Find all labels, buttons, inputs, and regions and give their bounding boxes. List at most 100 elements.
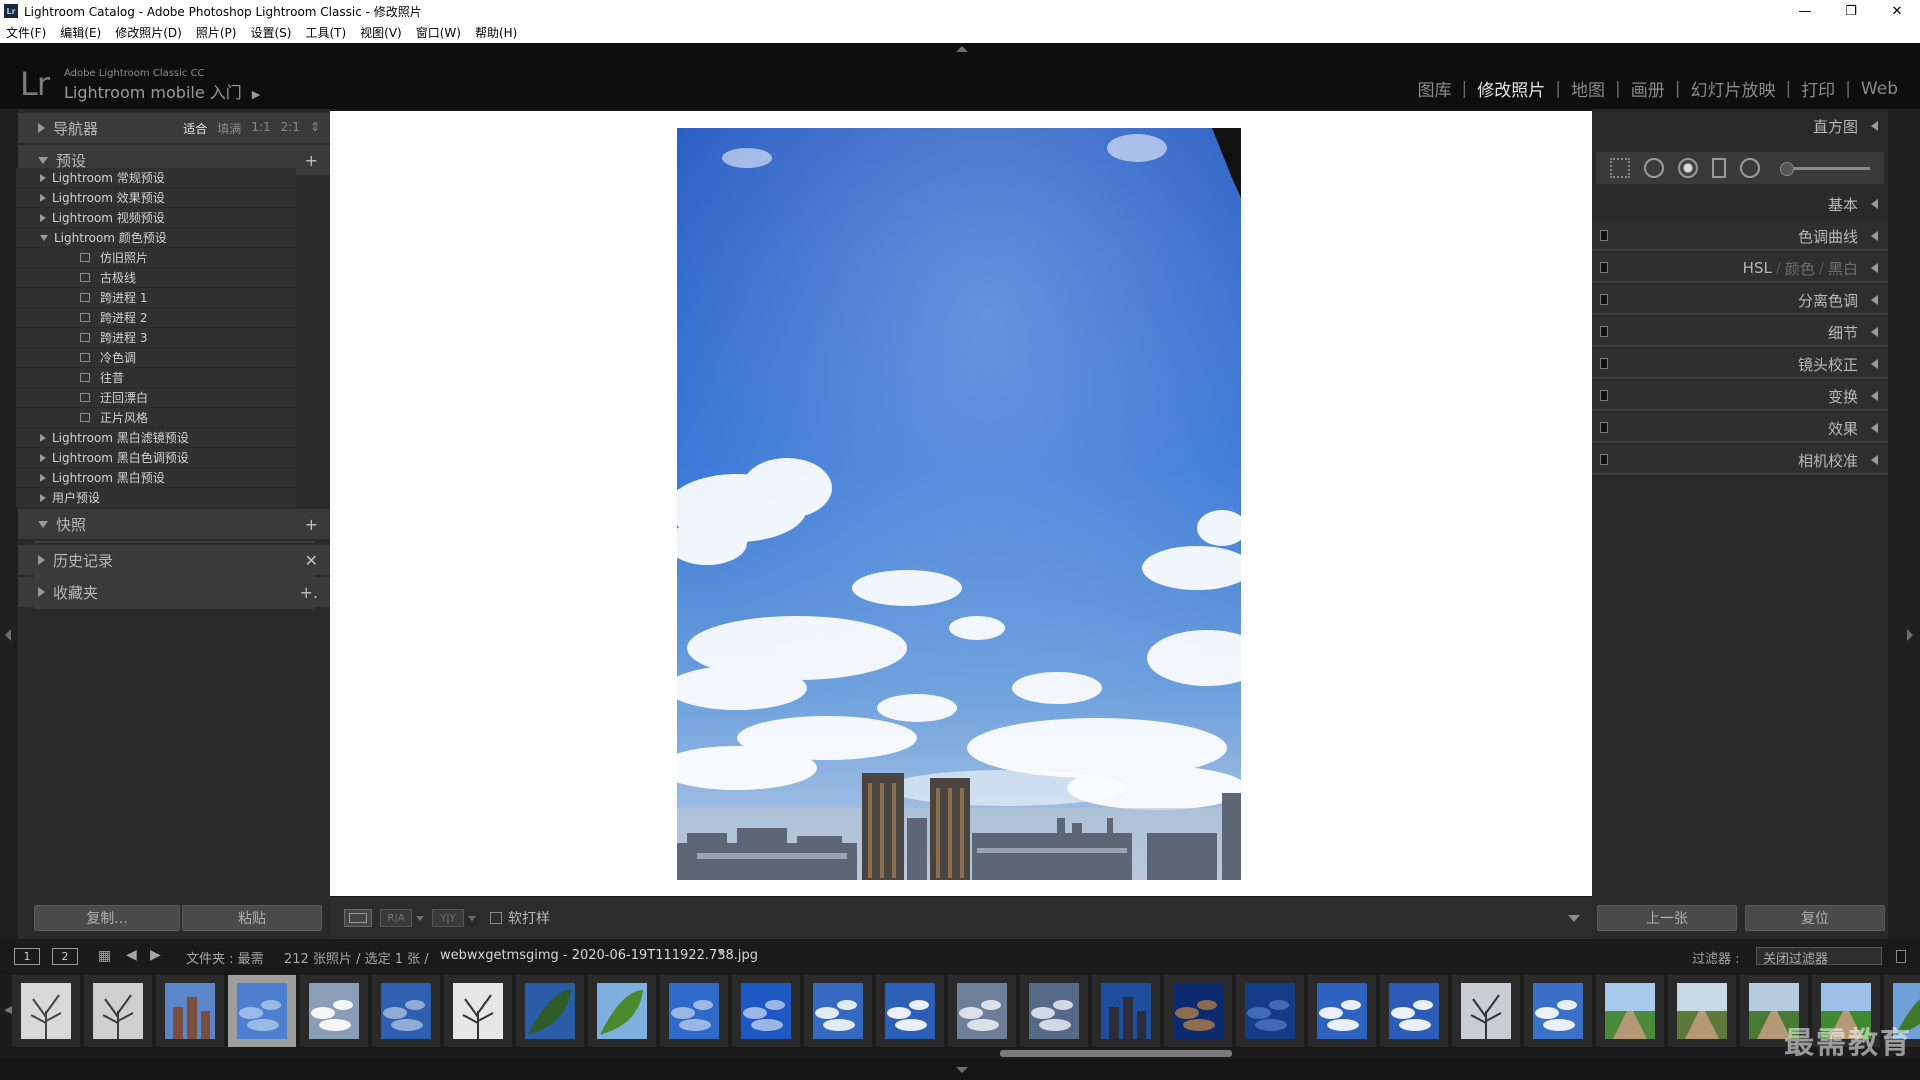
hsl-tab[interactable]: HSL	[1743, 259, 1772, 277]
grid-view-icon[interactable]: ▦	[98, 948, 111, 964]
module-web[interactable]: Web	[1851, 79, 1908, 99]
preset-item[interactable]: 古极线	[16, 268, 296, 288]
before-after-ra-button[interactable]: R|A	[380, 909, 412, 927]
menu-tools[interactable]: 工具(T)	[305, 24, 346, 41]
section-toggle-switch[interactable]	[1600, 262, 1608, 273]
filmstrip-thumbnail[interactable]	[732, 975, 802, 1047]
filmstrip-thumbnail[interactable]	[1596, 975, 1666, 1047]
module-slideshow[interactable]: 幻灯片放映	[1680, 76, 1785, 101]
section-toggle-switch[interactable]	[1600, 358, 1608, 369]
develop-section-header[interactable]: HSL / 颜色 / 黑白	[1592, 253, 1888, 283]
zoom-1-1[interactable]: 1:1	[251, 120, 270, 137]
filmstrip-thumbnail[interactable]	[948, 975, 1018, 1047]
filename-dropdown-icon[interactable]: ▾	[718, 946, 724, 959]
close-button[interactable]: ✕	[1874, 0, 1920, 22]
minimize-button[interactable]: —	[1782, 0, 1828, 22]
hsl-tab[interactable]: 颜色	[1785, 258, 1815, 279]
add-preset-button[interactable]: +	[305, 151, 318, 170]
filmstrip-scrollbar[interactable]	[1000, 1050, 1232, 1057]
collapse-right-icon[interactable]	[1907, 629, 1913, 641]
module-book[interactable]: 画册	[1621, 76, 1675, 101]
previous-button[interactable]: 上一张	[1597, 905, 1737, 931]
filmstrip-thumbnail[interactable]	[84, 975, 154, 1047]
hsl-tab[interactable]: 黑白	[1828, 258, 1858, 279]
folder-source-label[interactable]: 文件夹 : 最需	[186, 948, 264, 967]
red-eye-icon[interactable]	[1678, 158, 1698, 178]
chevron-down-icon[interactable]	[416, 915, 424, 921]
menu-settings[interactable]: 设置(S)	[250, 24, 291, 41]
filmstrip-thumbnail[interactable]	[660, 975, 730, 1047]
develop-section-header[interactable]: 变换	[1592, 381, 1888, 411]
section-toggle-switch[interactable]	[1600, 390, 1608, 401]
clear-history-button[interactable]: ✕	[305, 551, 318, 570]
filmstrip-thumbnail[interactable]	[588, 975, 658, 1047]
module-library[interactable]: 图库	[1408, 76, 1462, 101]
zoom-fill[interactable]: 填满	[217, 120, 241, 137]
develop-section-header[interactable]: 分离色调	[1592, 285, 1888, 315]
filmstrip-thumbnail[interactable]	[1020, 975, 1090, 1047]
basic-header[interactable]: 基本	[1592, 189, 1888, 219]
filmstrip-thumbnail[interactable]	[156, 975, 226, 1047]
module-print[interactable]: 打印	[1791, 76, 1845, 101]
preset-folder[interactable]: Lightroom 常规预设	[16, 168, 296, 188]
filmstrip-thumbnail[interactable]	[228, 975, 298, 1047]
chevron-down-icon[interactable]	[468, 915, 476, 921]
filmstrip-thumbnail[interactable]	[804, 975, 874, 1047]
zoom-stepper-icon[interactable]: ⇕	[310, 120, 320, 137]
histogram-header[interactable]: 直方图	[1592, 111, 1888, 141]
back-arrow-icon[interactable]: ◀	[126, 947, 137, 963]
zoom-fit[interactable]: 适合	[183, 120, 207, 137]
menu-view[interactable]: 视图(V)	[360, 24, 402, 41]
develop-section-header[interactable]: 相机校准	[1592, 445, 1888, 475]
radial-filter-icon[interactable]	[1740, 158, 1760, 178]
preset-folder[interactable]: Lightroom 黑白滤镜预设	[16, 428, 296, 448]
restore-button[interactable]: ❐	[1828, 0, 1874, 22]
preset-item[interactable]: 跨进程 2	[16, 308, 296, 328]
section-toggle-switch[interactable]	[1600, 454, 1608, 465]
reset-button[interactable]: 复位	[1745, 905, 1885, 931]
bottom-panel-toggle-icon[interactable]	[956, 1067, 968, 1073]
filmstrip-thumbnail[interactable]	[1308, 975, 1378, 1047]
toolbar-options-icon[interactable]	[1568, 914, 1580, 922]
graduated-filter-icon[interactable]	[1712, 158, 1726, 178]
preset-item[interactable]: 迂回漂白	[16, 388, 296, 408]
module-develop[interactable]: 修改照片	[1467, 76, 1555, 101]
filename-label[interactable]: webwxgetmsgimg - 2020-06-19T111922.738.j…	[440, 948, 758, 963]
zoom-2-1[interactable]: 2:1	[281, 120, 300, 137]
soft-proof-checkbox[interactable]	[490, 912, 502, 924]
filmstrip-thumbnail[interactable]	[12, 975, 82, 1047]
filmstrip-thumbnail[interactable]	[372, 975, 442, 1047]
filmstrip-thumbnail[interactable]	[1668, 975, 1738, 1047]
main-photo[interactable]	[677, 128, 1241, 880]
menu-file[interactable]: 文件(F)	[6, 24, 46, 41]
collections-header[interactable]: 收藏夹 +.	[18, 577, 330, 607]
filmstrip-thumbnail[interactable]	[1452, 975, 1522, 1047]
section-toggle-switch[interactable]	[1600, 294, 1608, 305]
adjustment-brush-slider[interactable]	[1780, 161, 1870, 176]
menu-window[interactable]: 窗口(W)	[416, 24, 461, 41]
develop-section-header[interactable]: 效果	[1592, 413, 1888, 443]
preset-item[interactable]: 仿旧照片	[16, 248, 296, 268]
history-header[interactable]: 历史记录 ✕	[18, 545, 330, 575]
lightroom-mobile-link[interactable]: Lightroom mobile 入门 ▶	[64, 79, 260, 103]
preset-item[interactable]: 跨进程 3	[16, 328, 296, 348]
spot-removal-icon[interactable]	[1644, 158, 1664, 178]
menu-help[interactable]: 帮助(H)	[475, 24, 517, 41]
develop-section-header[interactable]: 镜头校正	[1592, 349, 1888, 379]
preset-folder[interactable]: Lightroom 颜色预设	[16, 228, 296, 248]
module-map[interactable]: 地图	[1561, 76, 1615, 101]
filmstrip-thumbnail[interactable]	[444, 975, 514, 1047]
loupe-view-icon[interactable]	[344, 909, 372, 927]
crop-overlay-icon[interactable]	[1610, 158, 1630, 178]
top-panel-toggle-icon[interactable]	[956, 46, 968, 52]
preset-item[interactable]: 往昔	[16, 368, 296, 388]
develop-section-header[interactable]: 细节	[1592, 317, 1888, 347]
preset-folder[interactable]: Lightroom 黑白色调预设	[16, 448, 296, 468]
filmstrip-thumbnail[interactable]	[1164, 975, 1234, 1047]
paste-settings-button[interactable]: 粘贴	[182, 905, 322, 931]
preset-folder[interactable]: Lightroom 黑白预设	[16, 468, 296, 488]
filmstrip-thumbnail[interactable]	[516, 975, 586, 1047]
preset-folder[interactable]: Lightroom 视频预设	[16, 208, 296, 228]
filmstrip-thumbnail[interactable]	[1092, 975, 1162, 1047]
snapshots-header[interactable]: 快照 +	[18, 509, 330, 539]
